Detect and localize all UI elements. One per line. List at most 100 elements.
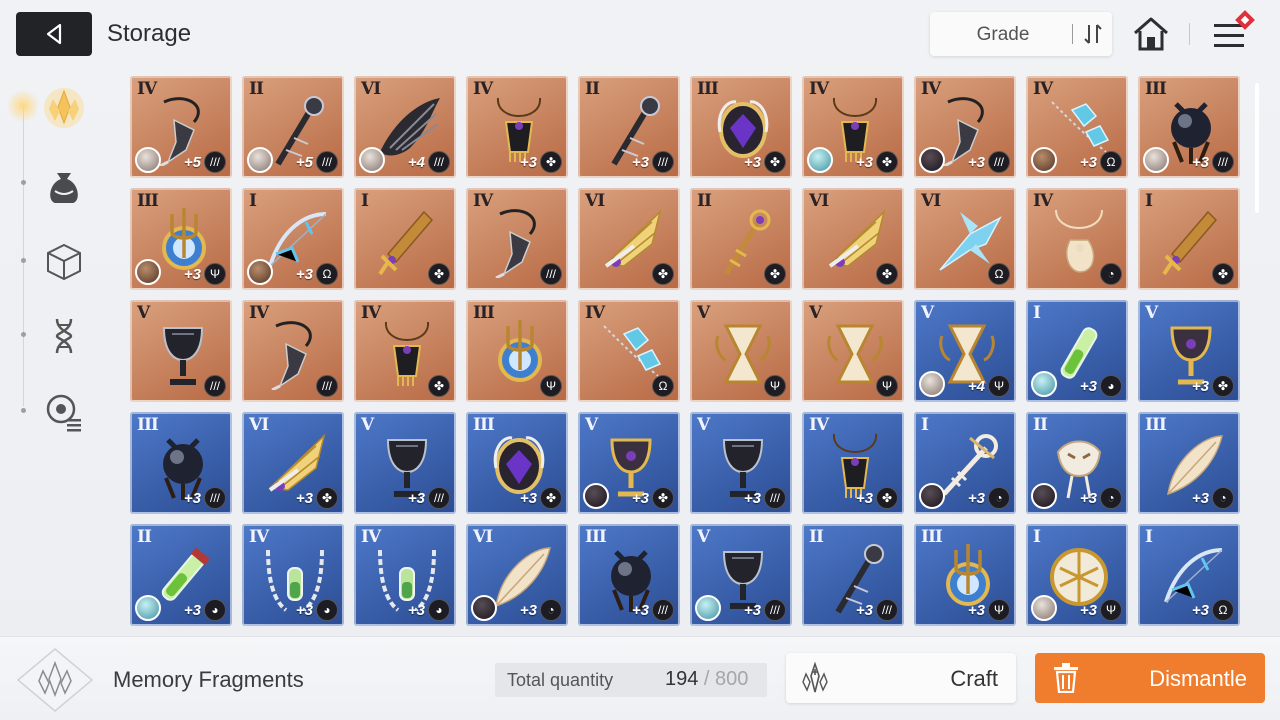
fragment-card[interactable]: III +3/// (1138, 76, 1240, 178)
equipped-character-avatar (1031, 595, 1057, 621)
fragment-card[interactable]: IV +3 ✤ (802, 412, 904, 514)
enhance-level: +4 (407, 153, 425, 171)
fragment-card[interactable]: V +3 ✤ (1138, 300, 1240, 402)
fragment-card[interactable]: III +3 ✤ (690, 76, 792, 178)
sidebar-item-badges[interactable] (40, 388, 88, 436)
fragment-card[interactable]: II ✤ (690, 188, 792, 290)
card-footer: +3 Ψ (1080, 599, 1122, 621)
fragment-card[interactable]: VI ✤ (578, 188, 680, 290)
card-footer: +3 ✤ (520, 487, 562, 509)
quantity-separator: / (698, 668, 716, 690)
card-footer: +3 ✤ (744, 151, 786, 173)
fragment-card[interactable]: V +3/// (690, 524, 792, 626)
fragment-card[interactable]: I ✤ (1138, 188, 1240, 290)
card-footer: +3 ◔ (1080, 487, 1122, 509)
dna-icon (55, 318, 73, 354)
card-footer: +3 ✤ (296, 487, 338, 509)
fragment-card[interactable]: V +3 ✤ (578, 412, 680, 514)
equipped-character-avatar (135, 259, 161, 285)
fragment-card[interactable]: VI +3 ✤ (242, 412, 344, 514)
fragment-card[interactable]: II +3/// (802, 524, 904, 626)
fragment-card[interactable]: IV Ω (578, 300, 680, 402)
back-button[interactable] (16, 12, 92, 56)
cluster-set-icon: ✤ (540, 151, 562, 173)
fragment-card[interactable]: I +3 ◔ (914, 412, 1016, 514)
enhance-level: +3 (1079, 377, 1097, 395)
fragment-card[interactable]: II +3/// (578, 76, 680, 178)
fragment-card[interactable]: V +4 Ψ (914, 300, 1016, 402)
card-footer: ✤ (428, 263, 450, 285)
card-footer: Ψ (876, 375, 898, 397)
enhance-level: +3 (407, 601, 425, 619)
card-footer: +3 ◕ (296, 599, 338, 621)
fragment-card[interactable]: II +3 ◔ (1026, 412, 1128, 514)
card-footer: +3 ✤ (856, 151, 898, 173)
sidebar-item-memory-fragments[interactable] (40, 84, 88, 132)
trident-set-icon: Ψ (540, 375, 562, 397)
fragment-card[interactable]: IV +3 ✤ (802, 76, 904, 178)
quantity-max: 800 (715, 668, 749, 690)
card-footer: +5/// (184, 151, 226, 173)
sort-order-icon[interactable] (1082, 22, 1104, 46)
grid-scrollbar[interactable] (1255, 83, 1259, 213)
craft-button[interactable]: Craft (786, 653, 1016, 703)
home-icon (1134, 17, 1168, 51)
enhance-level: +3 (295, 601, 313, 619)
fragment-card[interactable]: I ✤ (354, 188, 456, 290)
swirl-set-icon: ◔ (540, 599, 562, 621)
fragment-card[interactable]: IV +3/// (914, 76, 1016, 178)
fragment-card[interactable]: III +3/// (130, 412, 232, 514)
fragment-card[interactable]: I +3 Ω (242, 188, 344, 290)
fragment-card[interactable]: IV +3 Ω (1026, 76, 1128, 178)
cluster-set-icon: ✤ (652, 263, 674, 285)
fragment-card[interactable]: II +3 ◕ (130, 524, 232, 626)
fragment-card[interactable]: VΨ (690, 300, 792, 402)
fragment-card[interactable]: I +3 ◕ (1026, 300, 1128, 402)
fragment-card[interactable]: III Ψ (466, 300, 568, 402)
fragment-card[interactable]: I +3 Ψ (1026, 524, 1128, 626)
fragment-card[interactable]: IV/// (466, 188, 568, 290)
fragment-card[interactable]: III +3 ✤ (466, 412, 568, 514)
fragment-card[interactable]: VI ✤ (802, 188, 904, 290)
sidebar-item-cube[interactable] (40, 238, 88, 286)
fragment-card[interactable]: III +3 Ψ (914, 524, 1016, 626)
enhance-level: +4 (967, 377, 985, 395)
fragment-card[interactable]: IV/// (242, 300, 344, 402)
fragment-card[interactable]: V/// (130, 300, 232, 402)
drop-set-icon: ◕ (316, 599, 338, 621)
fragment-card[interactable]: V +3/// (690, 412, 792, 514)
fragment-card[interactable]: IV +3 ◕ (242, 524, 344, 626)
fragment-card[interactable]: IV ◔ (1026, 188, 1128, 290)
home-button[interactable] (1131, 14, 1171, 54)
fragment-card[interactable]: IV +3 ✤ (466, 76, 568, 178)
grade-sort-button[interactable]: Grade (930, 12, 1112, 56)
sidebar-item-dna[interactable] (40, 312, 88, 360)
fragment-card[interactable]: VI +4/// (354, 76, 456, 178)
fragment-card[interactable]: III +3 Ψ (130, 188, 232, 290)
enhance-level: +3 (519, 153, 537, 171)
fragment-card[interactable]: V +3/// (354, 412, 456, 514)
fragment-card[interactable]: VI +3 ◔ (466, 524, 568, 626)
fragment-card[interactable]: IV ✤ (354, 300, 456, 402)
fragment-card[interactable]: III +3 ◔ (1138, 412, 1240, 514)
menu-button[interactable] (1208, 10, 1260, 56)
fragment-card[interactable]: VΨ (802, 300, 904, 402)
card-footer: +5/// (296, 151, 338, 173)
fragment-card[interactable]: IV +5/// (130, 76, 232, 178)
card-footer: +3/// (632, 599, 674, 621)
fragment-card[interactable]: IV +3 ◕ (354, 524, 456, 626)
enhance-level: +3 (855, 601, 873, 619)
fragment-card[interactable]: I +3 Ω (1138, 524, 1240, 626)
enhance-level: +3 (967, 153, 985, 171)
fragment-card[interactable]: II +5/// (242, 76, 344, 178)
card-footer: +3 Ψ (968, 599, 1010, 621)
card-footer: +3 ✤ (856, 487, 898, 509)
fragment-card[interactable]: VI Ω (914, 188, 1016, 290)
fragment-card[interactable]: III +3/// (578, 524, 680, 626)
dismantle-button[interactable]: Dismantle (1035, 653, 1265, 703)
tier-label: I (921, 415, 929, 435)
card-footer: +4/// (408, 151, 450, 173)
scale-set-icon: Ω (1100, 151, 1122, 173)
sidebar-item-pouch[interactable] (40, 162, 88, 210)
card-footer: ◔ (1100, 263, 1122, 285)
